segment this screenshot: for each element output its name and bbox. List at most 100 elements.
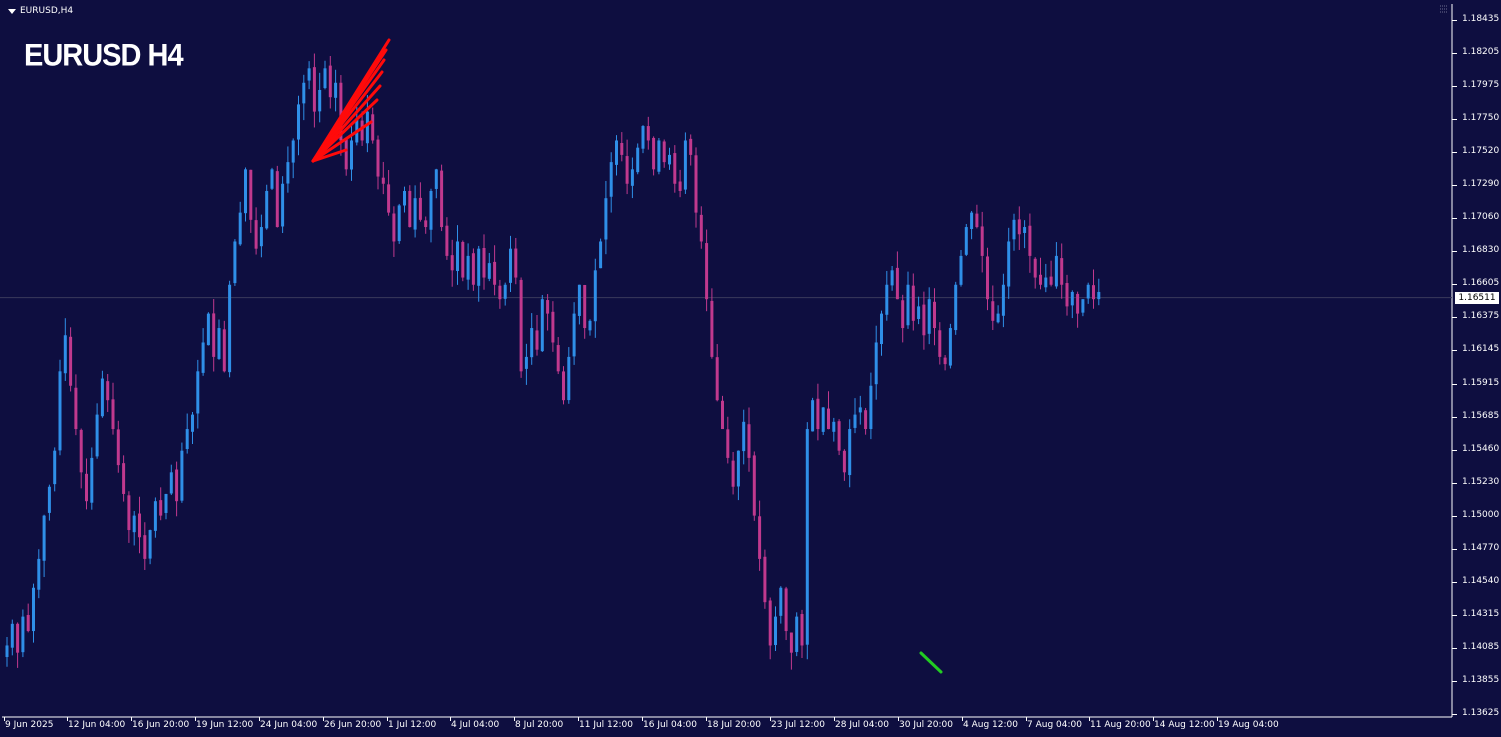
bull-candle (853, 414, 857, 428)
bull-candle (397, 205, 401, 242)
time-tick-label: 16 Jul 04:00 (643, 720, 697, 730)
bear-candle (1092, 285, 1095, 300)
bear-candle (376, 139, 380, 177)
bull-candle (736, 450, 740, 487)
bull-candle (848, 429, 852, 476)
green-arrow-annotation[interactable] (919, 651, 943, 674)
bear-candle (254, 220, 258, 249)
bear-candle (26, 614, 30, 632)
bear-candle (975, 213, 979, 228)
time-tick-label: 26 Jun 20:00 (324, 720, 382, 730)
bear-candle (371, 114, 375, 141)
time-tick-label: 7 Aug 04:00 (1027, 720, 1082, 730)
bear-candle (392, 213, 396, 242)
bull-candle (509, 248, 512, 283)
time-tick-label: 16 Jun 20:00 (132, 720, 190, 730)
bull-candle (609, 162, 613, 197)
bear-candle (1039, 274, 1042, 285)
candlestick-plot[interactable] (0, 0, 1501, 737)
price-tick-label: 1.15460 (1462, 443, 1500, 454)
bear-candle (111, 399, 115, 430)
bull-candle (805, 429, 809, 645)
bull-candle (185, 429, 189, 449)
chart-frame (2, 4, 1453, 718)
bull-candle (599, 241, 603, 269)
bull-candle (1007, 241, 1011, 287)
bull-candle (604, 198, 608, 240)
time-tick-label: 28 Jul 04:00 (835, 720, 889, 730)
bear-candle (715, 357, 719, 401)
bull-candle (869, 385, 873, 430)
bear-candle (249, 169, 253, 220)
bear-candle (85, 473, 88, 502)
bull-candle (1097, 291, 1101, 300)
bull-candle (1023, 227, 1027, 233)
bull-candle (567, 356, 571, 401)
price-tick (1452, 20, 1457, 21)
bear-candle (424, 220, 428, 228)
price-axis[interactable]: 1.18435 1.18205 1.17975 1.17750 1.17520 1.172… (1452, 4, 1501, 718)
price-tick (1452, 714, 1457, 715)
bear-candle (360, 120, 364, 141)
bull-candle (233, 241, 237, 284)
bull-candle (21, 616, 25, 653)
price-tick (1452, 185, 1457, 187)
time-axis[interactable]: 9 Jun 2025 12 Jun 04:00 16 Jun 20:00 19 Jun… (0, 717, 1452, 737)
price-tick-label: 1.17290 (1462, 179, 1500, 190)
time-tick-label: 19 Aug 04:00 (1218, 720, 1279, 730)
bear-candle (864, 410, 868, 430)
bull-candle (683, 140, 687, 190)
bear-candle (1017, 219, 1021, 235)
time-tick-label: 23 Jul 12:00 (771, 720, 825, 730)
bull-candle (434, 169, 438, 189)
bear-candle (1049, 276, 1053, 285)
price-tick (1452, 482, 1457, 484)
dropdown-triangle-icon[interactable] (8, 8, 16, 14)
bull-candle (588, 320, 592, 331)
bear-candle (546, 300, 550, 314)
bear-candle (800, 614, 804, 646)
price-tick-label: 1.14315 (1462, 608, 1500, 619)
price-tick-label: 1.13625 (1462, 708, 1500, 718)
bear-candle (784, 588, 788, 632)
bear-candle (159, 500, 163, 516)
price-tick-label: 1.14540 (1462, 575, 1500, 586)
bear-candle (943, 357, 947, 365)
bear-candle (138, 513, 141, 538)
time-tick-label: 12 Jun 04:00 (68, 720, 126, 730)
time-tick-label: 8 Jul 20:00 (515, 720, 564, 730)
bear-candle (79, 429, 83, 473)
bull-candle (811, 400, 815, 432)
bull-candle (456, 241, 459, 272)
bull-candle (265, 190, 269, 229)
bear-candle (694, 155, 698, 213)
price-tick (1452, 218, 1457, 220)
chart-window[interactable]: EURUSD,H4 EURUSD H4 1.18435 1.18205 1.1797… (0, 0, 1501, 737)
bull-candle (890, 270, 894, 286)
bull-candle (906, 284, 910, 326)
time-tick-label: 30 Jul 20:00 (899, 720, 953, 730)
bear-candle (440, 170, 444, 228)
bear-candle (673, 153, 677, 184)
time-tick-label: 14 Aug 12:00 (1154, 720, 1215, 730)
price-tick-label: 1.16605 (1462, 278, 1500, 289)
chart-title-bar[interactable]: EURUSD,H4 (2, 4, 73, 18)
price-tick-label: 1.15685 (1462, 410, 1500, 421)
price-tick-label: 1.15915 (1462, 377, 1500, 388)
bear-candle (69, 336, 73, 386)
bull-candle (281, 183, 285, 227)
bull-candle (641, 126, 645, 149)
bull-candle (47, 486, 51, 513)
bull-candle (636, 147, 640, 173)
bear-candle (122, 463, 126, 494)
bull-candle (259, 227, 263, 247)
price-tick (1452, 680, 1457, 682)
bull-candle (774, 616, 777, 646)
bull-candle (1001, 284, 1005, 316)
bull-candle (964, 227, 968, 255)
price-tick (1452, 416, 1457, 418)
bull-candle (1081, 299, 1085, 313)
price-tick (1452, 515, 1457, 517)
bear-candle (827, 408, 830, 430)
bear-candle (789, 632, 793, 653)
